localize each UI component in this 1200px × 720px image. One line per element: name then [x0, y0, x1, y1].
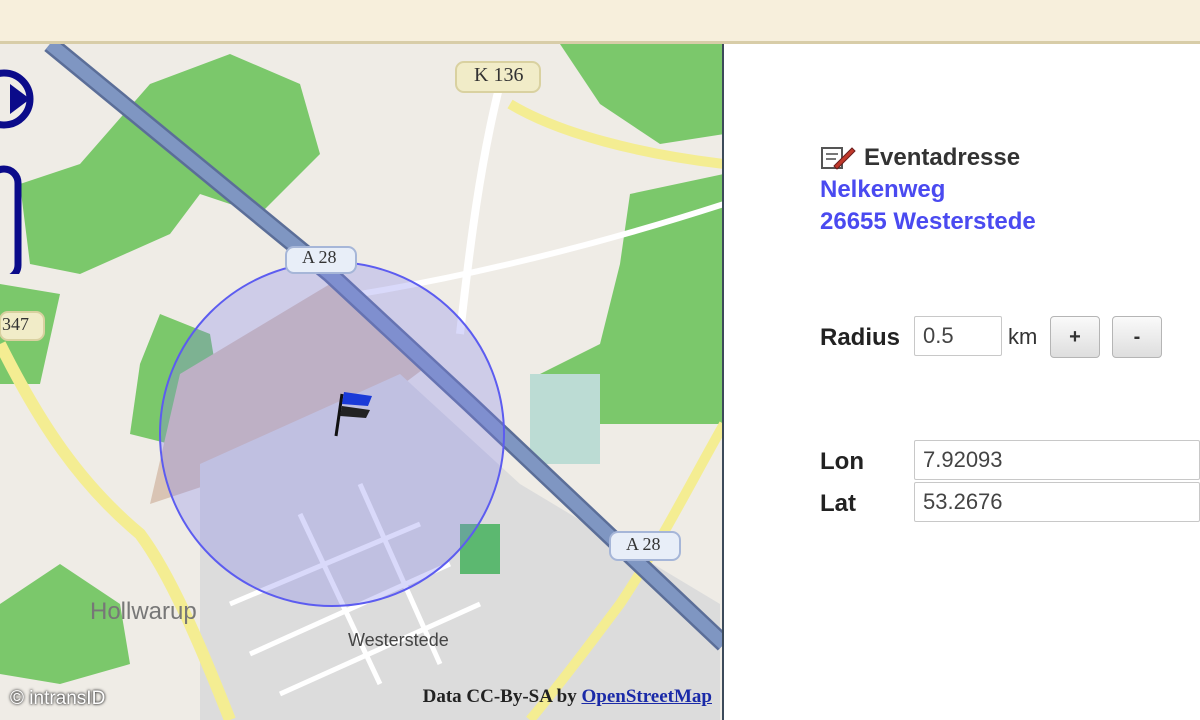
- map-view[interactable]: K 136 A 28 A 28 347 Hollwarup Westersted…: [0, 44, 724, 720]
- road-label-347: 347: [2, 314, 29, 334]
- event-title: Eventadresse: [864, 144, 1021, 171]
- edit-pencil-icon[interactable]: [820, 144, 856, 172]
- copyright-watermark: © intransID: [10, 688, 106, 709]
- event-panel: Eventadresse Nelkenweg 26655 Westerstede…: [724, 44, 1200, 720]
- event-header: Eventadresse: [820, 144, 1020, 172]
- road-label-k136: K 136: [474, 64, 524, 86]
- place-label: Hollwarup: [90, 598, 197, 625]
- map-pan-zoom-controls[interactable]: [0, 44, 36, 274]
- radius-unit: km: [1008, 324, 1038, 349]
- pool-area: [530, 374, 600, 464]
- forest-area: [20, 54, 320, 274]
- map-attribution: Data CC-By-SA by OpenStreetMap: [423, 686, 712, 708]
- event-city[interactable]: 26655 Westerstede: [820, 208, 1036, 236]
- radius-plus-button[interactable]: +: [1050, 316, 1100, 358]
- openstreetmap-link[interactable]: OpenStreetMap: [581, 686, 712, 707]
- zoom-control-icon: [0, 165, 22, 274]
- forest-area: [560, 44, 722, 144]
- radius-circle: [159, 261, 505, 607]
- browser-top-bar: [0, 0, 1200, 44]
- radius-input[interactable]: [914, 316, 1002, 356]
- road-label-a28: A 28: [302, 247, 337, 267]
- radius-label: Radius: [820, 324, 901, 351]
- lon-input[interactable]: [914, 440, 1200, 480]
- place-label: Westerstede: [348, 630, 449, 650]
- lon-label: Lon: [820, 448, 864, 475]
- radius-minus-button[interactable]: -: [1112, 316, 1162, 358]
- lat-label: Lat: [820, 490, 856, 517]
- road: [456, 83, 504, 335]
- event-street[interactable]: Nelkenweg: [820, 176, 945, 204]
- lat-input[interactable]: [914, 482, 1200, 522]
- road-label-a28: A 28: [626, 534, 661, 554]
- attribution-text: Data CC-By-SA by: [422, 686, 577, 707]
